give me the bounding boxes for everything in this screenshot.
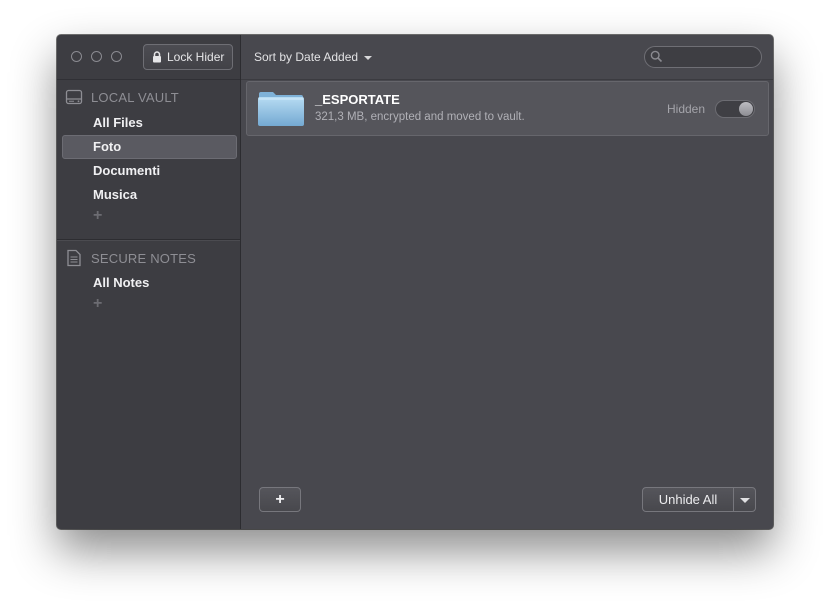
lock-hider-label: Lock Hider bbox=[167, 50, 225, 64]
file-row[interactable]: _ESPORTATE 321,3 MB, encrypted and moved… bbox=[246, 81, 769, 136]
hidden-toggle[interactable] bbox=[715, 100, 755, 118]
unhide-all-label: Unhide All bbox=[643, 488, 734, 511]
app-window: Lock Hider LOCAL VAULT All Files Foto Do… bbox=[57, 35, 773, 529]
lock-hider-button[interactable]: Lock Hider bbox=[143, 44, 233, 70]
toggle-knob bbox=[739, 102, 753, 116]
minimize-window-button[interactable] bbox=[91, 51, 102, 62]
sort-dropdown[interactable]: Sort by Date Added bbox=[254, 50, 373, 64]
notes-icon bbox=[67, 249, 81, 267]
zoom-window-button[interactable] bbox=[111, 51, 122, 62]
sidebar-item-all-files[interactable]: All Files bbox=[62, 111, 237, 135]
toolbar-divider bbox=[241, 79, 773, 80]
sidebar-item-label: Foto bbox=[93, 139, 122, 154]
sidebar-header-divider bbox=[57, 79, 240, 80]
sidebar-item-all-notes[interactable]: All Notes bbox=[62, 271, 237, 295]
unhide-all-button[interactable]: Unhide All bbox=[642, 487, 756, 512]
sidebar-item-label: All Files bbox=[93, 115, 143, 130]
secure-notes-title: SECURE NOTES bbox=[91, 250, 196, 266]
sidebar-item-label: Musica bbox=[93, 187, 138, 202]
sidebar-item-label: All Notes bbox=[93, 275, 150, 290]
unhide-menu-button[interactable] bbox=[734, 488, 755, 511]
sidebar-item-documenti[interactable]: Documenti bbox=[62, 159, 237, 183]
sidebar: Lock Hider LOCAL VAULT All Files Foto Do… bbox=[57, 35, 241, 529]
close-window-button[interactable] bbox=[71, 51, 82, 62]
search-input[interactable] bbox=[644, 46, 762, 68]
chevron-down-icon bbox=[364, 55, 373, 60]
lock-icon bbox=[153, 51, 161, 63]
sidebar-item-label: Documenti bbox=[93, 163, 161, 178]
hidden-status-label: Hidden bbox=[667, 102, 706, 116]
search-icon bbox=[650, 50, 663, 63]
main-panel: Sort by Date Added _ESPORTATE 321,3 MB, … bbox=[241, 35, 773, 529]
local-vault-header: LOCAL VAULT bbox=[65, 89, 179, 105]
secure-notes-header: SECURE NOTES bbox=[65, 249, 196, 267]
folder-icon bbox=[258, 92, 304, 126]
add-note-button[interactable]: + bbox=[93, 295, 102, 313]
sidebar-item-musica[interactable]: Musica bbox=[62, 183, 237, 207]
sidebar-divider-highlight bbox=[57, 240, 240, 241]
add-vault-folder-button[interactable]: + bbox=[93, 207, 102, 225]
file-name: _ESPORTATE bbox=[315, 92, 400, 107]
add-file-button[interactable]: + bbox=[259, 487, 301, 512]
drive-icon bbox=[65, 89, 83, 105]
chevron-down-icon bbox=[739, 497, 750, 503]
file-description: 321,3 MB, encrypted and moved to vault. bbox=[315, 111, 525, 123]
local-vault-title: LOCAL VAULT bbox=[91, 89, 179, 105]
sidebar-item-foto[interactable]: Foto bbox=[62, 135, 237, 159]
sort-label: Sort by Date Added bbox=[254, 50, 359, 64]
